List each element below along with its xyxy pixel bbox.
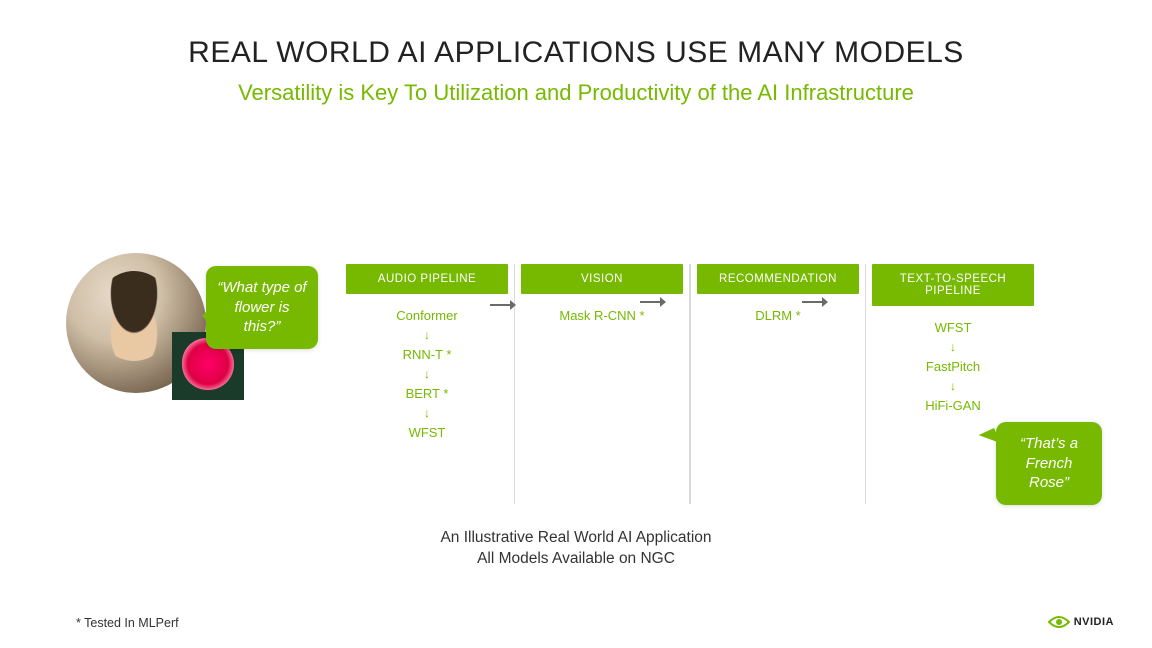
down-arrow-icon: ↓	[950, 341, 956, 353]
down-arrow-icon: ↓	[950, 380, 956, 392]
pipeline-col-audio: AUDIO PIPELINE Conformer ↓ RNN-T * ↓ BER…	[340, 264, 514, 440]
model-name: HiFi-GAN	[925, 398, 981, 413]
caption-line: All Models Available on NGC	[0, 549, 1152, 570]
right-arrow-icon	[490, 298, 516, 312]
pipeline-row: AUDIO PIPELINE Conformer ↓ RNN-T * ↓ BER…	[340, 264, 1040, 504]
input-speech-bubble: “What type of flower is this?”	[206, 266, 318, 349]
pipeline-col-tts: TEXT-TO-SPEECH PIPELINE WFST ↓ FastPitch…	[866, 264, 1040, 413]
right-arrow-icon	[802, 295, 828, 309]
model-name: Conformer	[396, 308, 457, 323]
caption-line: An Illustrative Real World AI Applicatio…	[0, 528, 1152, 549]
diagram-caption: An Illustrative Real World AI Applicatio…	[0, 528, 1152, 570]
footnote: * Tested In MLPerf	[76, 616, 179, 630]
down-arrow-icon: ↓	[424, 407, 430, 419]
output-speech-bubble: “That’s a French Rose”	[996, 422, 1102, 505]
page-title: REAL WORLD AI APPLICATIONS USE MANY MODE…	[0, 36, 1152, 70]
right-arrow-icon	[640, 295, 666, 309]
page-subtitle: Versatility is Key To Utilization and Pr…	[0, 80, 1152, 106]
model-name: WFST	[409, 425, 446, 440]
model-name: WFST	[935, 320, 972, 335]
model-name: BERT *	[406, 386, 449, 401]
model-name: RNN-T *	[403, 347, 452, 362]
pipeline-header: RECOMMENDATION	[697, 264, 859, 294]
pipeline-col-recommendation: RECOMMENDATION DLRM *	[690, 264, 866, 504]
pipeline-header: VISION	[521, 264, 683, 294]
nvidia-eye-icon	[1048, 614, 1070, 630]
model-name: FastPitch	[926, 359, 980, 374]
nvidia-logo-text: NVIDIA	[1074, 616, 1114, 628]
pipeline-header: TEXT-TO-SPEECH PIPELINE	[872, 264, 1034, 306]
pipeline-header: AUDIO PIPELINE	[346, 264, 508, 294]
model-name: Mask R-CNN *	[559, 308, 644, 323]
down-arrow-icon: ↓	[424, 329, 430, 341]
nvidia-logo: NVIDIA	[1048, 614, 1114, 630]
model-name: DLRM *	[755, 308, 801, 323]
down-arrow-icon: ↓	[424, 368, 430, 380]
